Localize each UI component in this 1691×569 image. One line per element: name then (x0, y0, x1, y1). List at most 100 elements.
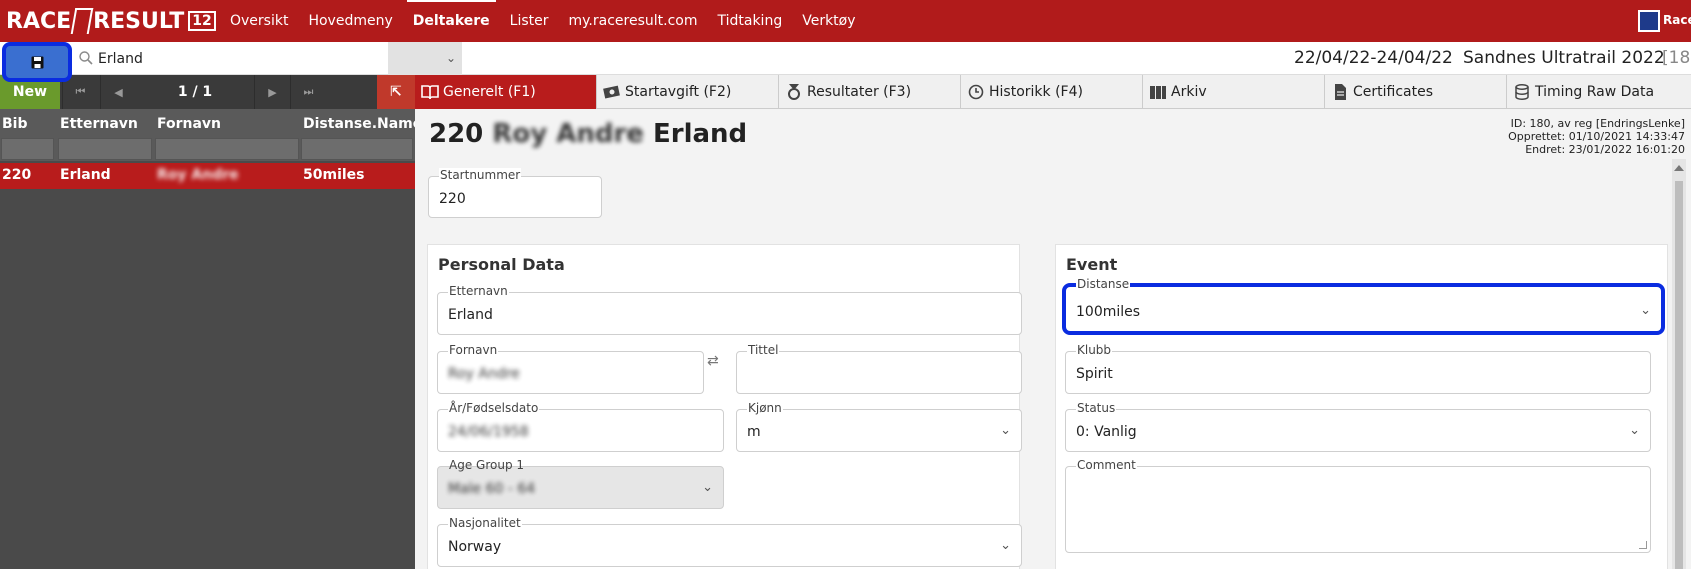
chevron-down-icon: ⌄ (1000, 423, 1011, 438)
klubb-label: Klubb (1076, 343, 1113, 357)
col-etternavn[interactable]: Etternavn (60, 116, 138, 132)
tab-label: Certificates (1353, 84, 1434, 100)
nasjonalitet-value: Norway (448, 539, 502, 555)
klubb-field[interactable]: Klubb Spirit (1065, 343, 1651, 394)
chevron-down-icon: ⌄ (702, 480, 713, 495)
event-card-title: Event (1066, 255, 1118, 274)
tab-certificates[interactable]: Certificates (1325, 75, 1507, 109)
resize-handle-icon[interactable] (1639, 541, 1647, 549)
klubb-value: Spirit (1076, 366, 1113, 382)
comment-textarea[interactable]: Comment (1065, 458, 1651, 553)
status-label: Status (1076, 401, 1117, 415)
title-bib: 220 (429, 119, 484, 149)
participant-search: ⌄ (72, 42, 462, 75)
title-lastname: Erland (653, 119, 748, 149)
nasjonalitet-label: Nasjonalitet (448, 516, 522, 530)
startnummer-label: Startnummer (439, 168, 522, 182)
prev-page-icon[interactable]: ◀ (100, 75, 136, 109)
toolbar: ⌄ 22/04/22-24/04/22 Sandnes Ultratrail 2… (0, 42, 1691, 82)
raceresult-team-icon[interactable] (1638, 10, 1660, 32)
meta-created: Opprettet: 01/10/2021 14:33:47 (1508, 130, 1685, 143)
nav-tidtaking[interactable]: Tidtaking (715, 9, 784, 33)
personal-data-title: Personal Data (438, 255, 565, 274)
database-icon (1515, 84, 1529, 100)
distanse-select[interactable]: Distanse 100miles ⌄ (1062, 277, 1665, 335)
status-value: 0: Vanlig (1076, 424, 1137, 440)
logo-mark-icon (70, 8, 94, 34)
tittel-field[interactable]: Tittel (736, 343, 1022, 394)
nav-my-raceresult-com[interactable]: my.raceresult.com (567, 9, 700, 33)
event-dates: 22/04/22-24/04/22 (1294, 48, 1453, 68)
clock-icon (968, 84, 984, 100)
tab-label: Resultater (F3) (807, 84, 912, 100)
fornavn-field[interactable]: Fornavn Roy Andre (437, 343, 704, 394)
archive-icon (1150, 86, 1166, 99)
chevron-down-icon: ⌄ (1640, 303, 1651, 318)
tab-label: Timing Raw Data (1535, 84, 1655, 100)
agegroup-label: Age Group 1 (449, 458, 525, 472)
scroll-up-icon[interactable] (1674, 165, 1684, 171)
event-name: Sandnes Ultratrail 2022 (1463, 48, 1665, 68)
main-nav: Oversikt Hovedmeny Deltakere Lister my.racer… (228, 0, 874, 42)
tab-startavgift[interactable]: Startavgift (F2) (597, 75, 779, 109)
logo-text-left: RACE (6, 8, 72, 34)
swap-names-icon[interactable]: ⇄ (707, 353, 719, 369)
tab-timing-raw-data[interactable]: Timing Raw Data (1507, 75, 1691, 109)
tab-generelt[interactable]: Generelt (F1) (415, 75, 597, 109)
col-fornavn[interactable]: Fornavn (157, 116, 221, 132)
search-input[interactable] (98, 46, 383, 72)
fodselsdato-value: 24/06/1958 (448, 424, 529, 440)
tab-label: Arkiv (1171, 84, 1207, 100)
raceresult-logo: RACE RESULT 12 (6, 4, 216, 38)
chevron-down-icon: ⌄ (1000, 538, 1011, 553)
nav-oversikt[interactable]: Oversikt (228, 9, 290, 33)
tab-arkiv[interactable]: Arkiv (1143, 75, 1325, 109)
etternavn-value: Erland (448, 307, 493, 323)
status-select[interactable]: Status 0: Vanlig ⌄ (1065, 401, 1651, 452)
nav-deltakere[interactable]: Deltakere (406, 0, 496, 33)
medal-icon (788, 84, 800, 100)
next-page-icon[interactable]: ▶ (254, 75, 290, 109)
scrollbar-thumb[interactable] (1675, 181, 1683, 569)
meta-modified: Endret: 23/01/2022 16:01:20 (1525, 143, 1685, 156)
logo-version: 12 (188, 11, 216, 31)
meta-id[interactable]: ID: 180, av reg [EndringsLenke] (1508, 117, 1685, 130)
filter-etternavn[interactable] (58, 138, 152, 160)
tab-resultater[interactable]: Resultater (F3) (779, 75, 961, 109)
row-bib: 220 (2, 167, 32, 183)
startnummer-field[interactable]: Startnummer 220 (428, 168, 602, 218)
nasjonalitet-select[interactable]: Nasjonalitet Norway ⌄ (437, 516, 1022, 567)
chevron-down-icon: ⌄ (445, 51, 456, 65)
chevron-down-icon: ⌄ (1629, 423, 1640, 438)
row-fornavn: Roy Andre (157, 167, 239, 183)
tab-historikk[interactable]: Historikk (F4) (961, 75, 1143, 109)
last-page-icon[interactable]: ⏭ (290, 75, 326, 109)
filter-distanse[interactable] (301, 138, 413, 160)
search-dropdown[interactable]: ⌄ (388, 42, 462, 75)
detail-scrollbar[interactable] (1672, 159, 1686, 569)
nav-lister[interactable]: Lister (508, 9, 551, 33)
etternavn-field[interactable]: Etternavn Erland (437, 284, 1022, 335)
row-etternavn: Erland (60, 167, 111, 183)
agegroup-value: Male 60 - 64 (448, 481, 536, 497)
comment-label: Comment (1076, 458, 1137, 472)
filter-fornavn[interactable] (155, 138, 299, 160)
table-row[interactable]: 220 Erland Roy Andre 50miles (0, 163, 415, 189)
col-distanse[interactable]: Distanse.Name (303, 116, 422, 132)
kjonn-select[interactable]: Kjønn m ⌄ (736, 401, 1022, 452)
agegroup-field: Age Group 1 Male 60 - 64 ⌄ (437, 458, 724, 509)
participant-title: 220 Roy Andre Erland (429, 119, 747, 149)
fodselsdato-field[interactable]: År/Fødselsdato 24/06/1958 (437, 401, 724, 452)
logo-text-right: RESULT (93, 8, 185, 34)
nav-verkt-y[interactable]: Verktøy (800, 9, 857, 33)
filter-bib[interactable] (1, 138, 54, 160)
pager-text: 1 / 1 (177, 84, 213, 100)
tittel-label: Tittel (747, 343, 780, 357)
nav-hovedmeny[interactable]: Hovedmeny (306, 9, 394, 33)
save-button[interactable] (2, 42, 72, 82)
etternavn-label: Etternavn (448, 284, 509, 298)
book-icon (421, 85, 439, 100)
clear-filter-button[interactable]: ⇱ (377, 75, 415, 109)
topright-label[interactable]: RaceT (1663, 13, 1691, 27)
col-bib[interactable]: Bib (2, 116, 28, 132)
